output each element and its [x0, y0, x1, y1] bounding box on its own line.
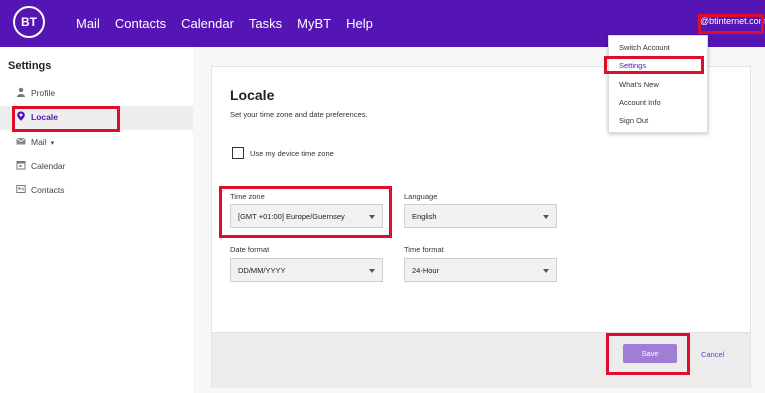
envelope-icon	[16, 137, 26, 145]
language-label: Language	[404, 192, 438, 201]
date-format-value: DD/MM/YYYY	[238, 266, 286, 275]
chevron-down-icon	[543, 215, 549, 219]
chevron-down-icon	[543, 269, 549, 273]
chevron-down-icon	[369, 215, 375, 219]
language-value: English	[412, 212, 437, 221]
contacts-card-icon	[16, 185, 26, 193]
timezone-select[interactable]: [GMT +01:00] Europe/Guernsey	[230, 204, 383, 228]
time-format-value: 24-Hour	[412, 266, 440, 275]
nav-mail[interactable]: Mail	[76, 16, 100, 31]
account-dropdown-menu: Switch Account Settings What's New Accou…	[608, 35, 708, 133]
sidebar-item-mail[interactable]: Mail ▾	[0, 131, 193, 153]
cancel-link[interactable]: Cancel	[701, 350, 724, 359]
form-footer: Save Cancel	[212, 332, 750, 388]
person-icon	[17, 87, 25, 97]
sidebar-item-contacts[interactable]: Contacts	[0, 179, 193, 201]
nav-help[interactable]: Help	[346, 16, 373, 31]
sidebar-item-profile[interactable]: Profile	[0, 82, 193, 104]
sidebar-item-locale[interactable]: Locale	[0, 106, 193, 130]
nav-tasks[interactable]: Tasks	[249, 16, 282, 31]
sidebar-item-label: Contacts	[31, 185, 65, 195]
date-format-select[interactable]: DD/MM/YYYY	[230, 258, 383, 282]
main-nav: Mail Contacts Calendar Tasks MyBT Help	[76, 16, 373, 31]
nav-contacts[interactable]: Contacts	[115, 16, 166, 31]
sidebar-item-calendar[interactable]: Calendar	[0, 155, 193, 177]
chevron-down-icon[interactable]: ▾	[51, 140, 55, 147]
page-title: Locale	[230, 87, 275, 103]
time-format-label: Time format	[404, 245, 444, 254]
location-pin-icon	[17, 111, 25, 121]
timezone-value: [GMT +01:00] Europe/Guernsey	[238, 212, 345, 221]
save-button[interactable]: Save	[623, 344, 677, 363]
sidebar-item-label: Profile	[31, 88, 56, 98]
account-menu-toggle[interactable]: @btinternet.com ⌄	[700, 16, 765, 27]
bt-logo[interactable]: BT	[13, 6, 45, 38]
time-format-select[interactable]: 24-Hour	[404, 258, 557, 282]
page-subtitle: Set your time zone and date preferences.	[230, 110, 368, 119]
device-timezone-checkbox[interactable]	[232, 147, 244, 159]
menu-item-account-info[interactable]: Account Info	[619, 98, 661, 107]
chevron-down-icon	[369, 269, 375, 273]
device-timezone-label: Use my device time zone	[250, 149, 334, 158]
sidebar-item-label: Calendar	[31, 161, 66, 171]
calendar-icon	[16, 161, 26, 170]
nav-calendar[interactable]: Calendar	[181, 16, 234, 31]
sidebar-item-label: Locale	[31, 112, 58, 122]
menu-item-whats-new[interactable]: What's New	[619, 80, 659, 89]
settings-sidebar: Settings Profile Locale Mail ▾ Calendar C…	[0, 47, 194, 393]
menu-item-sign-out[interactable]: Sign Out	[619, 116, 648, 125]
sidebar-item-label: Mail	[31, 137, 47, 147]
menu-item-switch-account[interactable]: Switch Account	[619, 43, 670, 52]
timezone-label: Time zone	[230, 192, 265, 201]
nav-mybt[interactable]: MyBT	[297, 16, 331, 31]
date-format-label: Date format	[230, 245, 270, 254]
sidebar-title: Settings	[8, 60, 52, 72]
language-select[interactable]: English	[404, 204, 557, 228]
menu-item-settings[interactable]: Settings	[619, 61, 646, 70]
